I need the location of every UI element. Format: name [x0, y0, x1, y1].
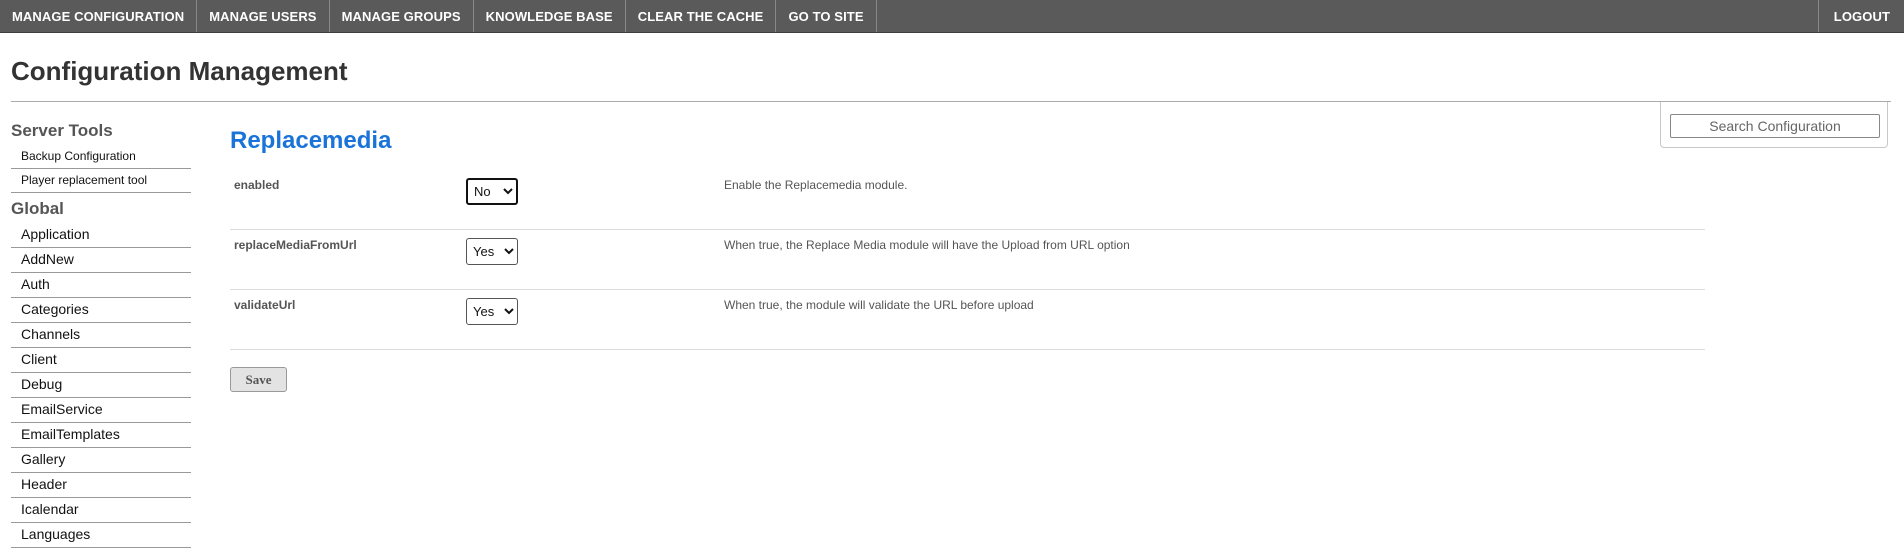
sidebar: Server Tools Backup Configuration Player… — [11, 120, 191, 548]
sidebar-item-auth[interactable]: Auth — [11, 273, 191, 298]
title-divider — [11, 101, 1891, 102]
sidebar-item-emailtemplates[interactable]: EmailTemplates — [11, 423, 191, 448]
sidebar-item-header[interactable]: Header — [11, 473, 191, 498]
sidebar-item-icalendar[interactable]: Icalendar — [11, 498, 191, 523]
config-description: Enable the Replacemedia module. — [724, 178, 908, 192]
validateurl-select[interactable]: YesNo — [466, 298, 518, 325]
sidebar-item-emailservice[interactable]: EmailService — [11, 398, 191, 423]
sidebar-section-global: Global — [11, 199, 64, 218]
config-key: replaceMediaFromUrl — [234, 238, 357, 252]
config-row-enabled: enabled YesNo Enable the Replacemedia mo… — [230, 170, 1705, 230]
config-row-replacemediafromurl: replaceMediaFromUrl YesNo When true, the… — [230, 230, 1705, 290]
replacemediafromurl-select[interactable]: YesNo — [466, 238, 518, 265]
sidebar-item-addnew[interactable]: AddNew — [11, 248, 191, 273]
sidebar-item-backup-configuration[interactable]: Backup Configuration — [11, 145, 191, 169]
config-key: validateUrl — [234, 298, 296, 312]
nav-manage-groups[interactable]: MANAGE GROUPS — [330, 0, 474, 32]
config-row-validateurl: validateUrl YesNo When true, the module … — [230, 290, 1705, 350]
sidebar-item-debug[interactable]: Debug — [11, 373, 191, 398]
save-button[interactable]: Save — [230, 367, 287, 392]
search-input[interactable] — [1670, 114, 1880, 138]
nav-logout[interactable]: LOGOUT — [1817, 0, 1904, 32]
search-panel — [1660, 102, 1888, 148]
sidebar-item-gallery[interactable]: Gallery — [11, 448, 191, 473]
top-nav: MANAGE CONFIGURATION MANAGE USERS MANAGE… — [0, 0, 1904, 33]
nav-manage-configuration[interactable]: MANAGE CONFIGURATION — [0, 0, 198, 32]
page-title: Configuration Management — [11, 56, 348, 86]
sidebar-item-categories[interactable]: Categories — [11, 298, 191, 323]
config-description: When true, the Replace Media module will… — [724, 238, 1130, 252]
sidebar-item-client[interactable]: Client — [11, 348, 191, 373]
sidebar-item-player-replacement-tool[interactable]: Player replacement tool — [11, 169, 191, 193]
sidebar-item-channels[interactable]: Channels — [11, 323, 191, 348]
sidebar-item-application[interactable]: Application — [11, 223, 191, 248]
enabled-select[interactable]: YesNo — [466, 178, 518, 205]
module-title: Replacemedia — [230, 127, 392, 154]
sidebar-section-server-tools: Server Tools — [11, 121, 113, 140]
nav-manage-users[interactable]: MANAGE USERS — [197, 0, 330, 32]
nav-clear-cache[interactable]: CLEAR THE CACHE — [626, 0, 777, 32]
config-description: When true, the module will validate the … — [724, 298, 1034, 312]
nav-go-to-site[interactable]: GO TO SITE — [776, 0, 877, 32]
sidebar-item-languages[interactable]: Languages — [11, 523, 191, 548]
config-key: enabled — [234, 178, 280, 192]
nav-knowledge-base[interactable]: KNOWLEDGE BASE — [474, 0, 626, 32]
